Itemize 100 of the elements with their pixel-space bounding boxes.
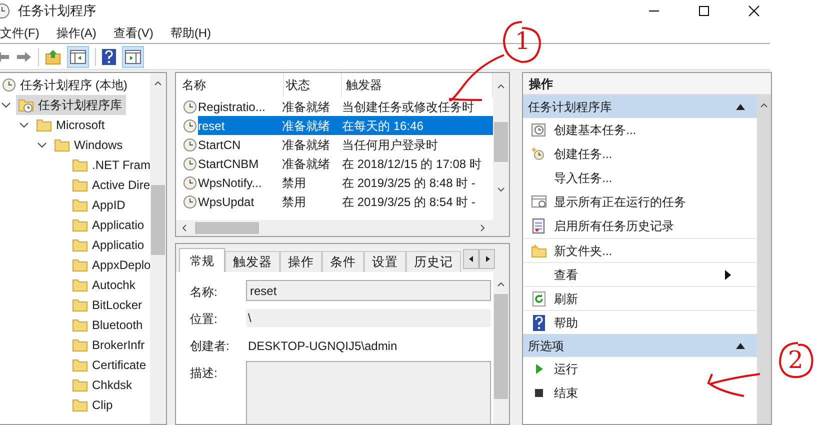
tab[interactable]: 设置 xyxy=(364,251,406,272)
tree-item[interactable]: Microsoft xyxy=(34,115,109,135)
folder-up-icon[interactable] xyxy=(45,48,61,64)
action-item[interactable]: 查看 xyxy=(523,262,757,286)
section-header[interactable]: 所选项 xyxy=(523,334,757,357)
scroll-right-icon[interactable] xyxy=(479,224,488,232)
annotation-arrow xyxy=(707,373,761,397)
maximize-icon[interactable] xyxy=(698,5,710,17)
table-cell-text: 在 2019/3/25 的 8:54 时 - xyxy=(342,194,476,210)
column-header[interactable]: 触发器 xyxy=(346,76,382,94)
action-item[interactable]: 导入任务... xyxy=(523,166,757,190)
menu-item[interactable]: 查看(V) xyxy=(113,24,154,42)
tree-item[interactable]: Clip xyxy=(70,395,117,415)
scroll-left-icon[interactable] xyxy=(180,224,188,232)
action-item[interactable]: 启用所有任务历史记录 xyxy=(523,214,757,238)
scroll-thumb[interactable] xyxy=(195,222,259,234)
task-row[interactable]: Registratio... 准备就绪 当创建任务或修改任务时 xyxy=(198,97,494,116)
scrollbar[interactable] xyxy=(150,73,166,424)
scrollbar[interactable] xyxy=(493,73,510,220)
action-item[interactable]: 运行 xyxy=(523,357,757,381)
clock-icon xyxy=(183,194,197,208)
table-cell-text: 在 2019/3/25 的 8:48 时 - xyxy=(342,174,476,192)
task-row[interactable]: WpsNotify... 禁用 在 2019/3/25 的 8:48 时 - xyxy=(198,173,494,192)
scroll-thumb[interactable] xyxy=(151,185,166,255)
scroll-up-icon[interactable] xyxy=(497,280,506,288)
refresh-icon xyxy=(531,290,548,306)
tree-item[interactable]: Applicatio xyxy=(70,235,148,255)
folder-clock-icon xyxy=(18,97,34,113)
scroll-down-icon[interactable] xyxy=(497,186,506,194)
folder-icon xyxy=(54,137,70,153)
menu-item[interactable]: 文件(F) xyxy=(0,24,40,42)
scroll-up-icon[interactable] xyxy=(760,101,768,109)
input-field[interactable]: reset xyxy=(246,280,491,301)
task-row[interactable]: WpsUpdat 禁用 在 2019/3/25 的 8:54 时 - xyxy=(198,192,494,211)
tree-item[interactable]: .NET Fram xyxy=(70,155,150,175)
scroll-thumb[interactable] xyxy=(494,122,508,162)
table-cell-text: Registratio... xyxy=(198,98,266,116)
tree-item[interactable]: BitLocker xyxy=(70,295,146,315)
action-item[interactable]: 新文件夹... xyxy=(523,238,757,262)
left-triangle-icon xyxy=(468,256,474,262)
scrollbar[interactable] xyxy=(757,95,771,424)
action-item[interactable]: 创建任务... xyxy=(523,142,757,166)
field-label: 描述: xyxy=(190,365,218,382)
clock-icon xyxy=(183,156,197,170)
folder-icon xyxy=(72,397,88,413)
tab[interactable]: 条件 xyxy=(322,251,364,272)
close-icon[interactable] xyxy=(748,5,760,17)
tree-item[interactable]: 任务计划程序库 xyxy=(16,95,126,115)
menu-item[interactable]: 操作(A) xyxy=(56,24,96,42)
tree-item[interactable]: Bluetooth xyxy=(70,315,147,335)
window-clock-icon xyxy=(531,194,548,210)
table-cell-text: StartCN xyxy=(198,136,242,154)
tree-item[interactable]: AppID xyxy=(70,195,130,215)
console-tree-button[interactable] xyxy=(67,46,89,68)
action-item[interactable]: 结束 xyxy=(523,381,757,405)
tree-item[interactable]: BrokerInfr xyxy=(70,335,149,355)
annotation-number: 1 xyxy=(515,27,530,55)
table-cell-text: 在 2018/12/15 的 17:08 时 xyxy=(342,156,482,172)
table-cell-text: 当创建任务或修改任务时 xyxy=(342,98,474,116)
tree-item[interactable]: AppxDeplo xyxy=(70,255,150,275)
section-header[interactable]: 任务计划程序库 xyxy=(523,95,757,118)
tree-item[interactable]: 任务计划程序 (本地) xyxy=(0,75,132,95)
table-cell-text: WpsUpdat xyxy=(198,194,256,210)
action-pane-button[interactable] xyxy=(122,46,144,68)
forward-arrow-icon[interactable] xyxy=(16,50,32,64)
task-row[interactable]: StartCN 准备就绪 当任何用户登录时 xyxy=(198,135,494,154)
table-cell-text: 准备就绪 xyxy=(282,156,331,172)
tab[interactable]: 常规 xyxy=(179,248,225,272)
field-label: 创建者: xyxy=(190,338,230,355)
tree-item[interactable]: Certificate xyxy=(70,355,150,375)
scroll-up-icon[interactable] xyxy=(154,79,162,87)
tree-item[interactable]: Chkdsk xyxy=(70,375,136,395)
help-icon[interactable] xyxy=(102,48,116,64)
scroll-thumb[interactable] xyxy=(494,294,508,399)
tree-item[interactable]: Windows xyxy=(52,135,127,155)
action-item[interactable]: 创建基本任务... xyxy=(523,118,757,142)
field-label: 位置: xyxy=(190,311,218,328)
window-title: 任务计划程序 xyxy=(18,2,96,20)
action-item[interactable]: 显示所有正在运行的任务 xyxy=(523,190,757,214)
tree-item[interactable]: Active Dire xyxy=(70,175,150,195)
scroll-up-icon[interactable] xyxy=(497,82,506,90)
tree-item[interactable]: Applicatio xyxy=(70,215,148,235)
task-row[interactable]: reset 准备就绪 在每天的 16:46 xyxy=(198,116,494,135)
scrollbar[interactable] xyxy=(493,272,510,424)
tab[interactable]: 触发器 xyxy=(225,251,280,272)
task-row[interactable]: StartCNBM 准备就绪 在 2018/12/15 的 17:08 时 xyxy=(198,154,494,173)
horizontal-scrollbar[interactable] xyxy=(176,220,510,236)
column-header[interactable]: 名称 xyxy=(182,76,206,94)
tab-scroll-left-button[interactable] xyxy=(463,249,479,269)
clock-icon xyxy=(183,100,197,114)
menu-item[interactable]: 帮助(H) xyxy=(170,24,211,42)
tree-item[interactable]: Autochk xyxy=(70,275,140,295)
tab[interactable]: 历史记 xyxy=(406,251,461,272)
column-header[interactable]: 状态 xyxy=(286,76,310,94)
folder-icon xyxy=(72,157,88,173)
collapse-icon xyxy=(736,342,745,348)
tab[interactable]: 操作 xyxy=(280,251,322,272)
action-item[interactable]: 刷新 xyxy=(523,286,757,310)
clock-icon xyxy=(183,138,197,152)
tab-scroll-right-button[interactable] xyxy=(479,249,495,269)
